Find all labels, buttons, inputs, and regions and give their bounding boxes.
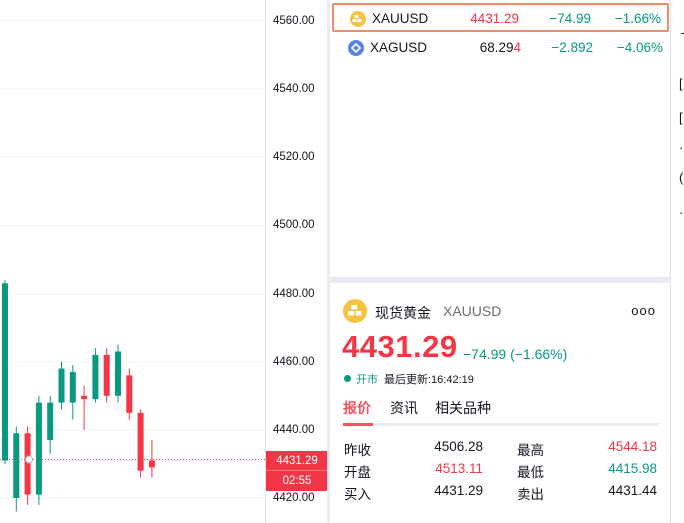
candle-body [92, 354, 99, 400]
candle-body [47, 402, 54, 441]
watchlist-row-xauusd[interactable]: XAUUSD 4431.29 −74.99 −1.66% [332, 3, 669, 32]
tab-news[interactable]: 资讯 [390, 398, 418, 418]
edge-glyph: ( [679, 170, 684, 185]
candle-10[interactable] [115, 344, 121, 403]
stat-bid-value: 4431.29 [434, 483, 483, 498]
axis-label-4460: 4460.00 [273, 356, 315, 368]
gold-icon [350, 11, 366, 27]
watchlist-percent: −1.66% [614, 11, 661, 26]
edge-glyph: · [679, 205, 684, 220]
candle-6[interactable] [69, 365, 76, 420]
edge-glyph: [ [679, 76, 683, 91]
candle-body [24, 433, 31, 495]
axis-label-4480: 4480.00 [273, 288, 315, 300]
watchlist-change: −2.892 [551, 40, 593, 55]
candle-7[interactable] [81, 385, 88, 430]
candle-body [115, 351, 121, 396]
current-price-label: 4431.29 [266, 451, 328, 471]
watchlist-row-xagusd[interactable]: XAGUSD 68.294 −2.892 −4.06% [332, 34, 669, 63]
bar-countdown: 02:55 [282, 475, 312, 487]
candle-3[interactable] [35, 395, 42, 505]
details-tabs: 报价 资讯 相关品种 [343, 398, 659, 426]
candle-body [137, 412, 144, 471]
axis-label-4560: 4560.00 [273, 15, 315, 27]
candle-9[interactable] [103, 348, 110, 403]
stat-prev-close-label: 昨收 [344, 443, 371, 458]
stat-bid-label: 买入 [344, 487, 371, 502]
candle-body [13, 433, 20, 498]
candle-body [148, 460, 155, 468]
watchlist-panel: XAUUSD 4431.29 −74.99 −1.66% XAGUSD 68.2… [330, 0, 671, 278]
axis-label-4420: 4420.00 [273, 492, 315, 504]
watchlist-change: −74.99 [549, 11, 591, 26]
watchlist-percent: −4.06% [616, 40, 663, 55]
price-chart[interactable] [0, 0, 265, 523]
candle-body [35, 402, 42, 495]
stat-ask-value: 4431.44 [608, 483, 657, 498]
candle-5[interactable] [58, 361, 65, 410]
current-price-tag: 4431.29 02:55 [266, 451, 328, 491]
candle-4[interactable] [47, 395, 54, 454]
stat-low-label: 最低 [517, 465, 544, 480]
stat-high-label: 最高 [517, 443, 544, 458]
candle-body [2, 283, 8, 461]
watchlist-last-price: 68.294 [479, 40, 521, 55]
crosshair-marker-icon [25, 455, 33, 464]
price-axis[interactable]: 4560.00 4540.00 4520.00 4500.00 4480.00 … [265, 0, 328, 523]
stat-prev-close-value: 4506.28 [434, 439, 483, 454]
candle-body [58, 368, 65, 403]
candle-body [69, 371, 76, 403]
stat-ask-label: 卖出 [517, 487, 544, 502]
candlestick-chart[interactable] [0, 0, 265, 523]
candle-8[interactable] [92, 348, 99, 403]
market-status: 开市 最后更新:16:42:19 [344, 371, 474, 387]
candle-2[interactable] [24, 426, 31, 505]
symbol-ticker: XAUUSD [443, 303, 502, 319]
tab-divider [343, 423, 659, 426]
silver-icon [348, 40, 364, 56]
candle-body [103, 354, 110, 396]
candle-11[interactable] [126, 368, 133, 420]
stat-low-value: 4415.98 [608, 461, 657, 476]
stat-high-value: 4544.18 [608, 439, 657, 454]
edge-glyph: [ [679, 110, 683, 125]
axis-label-4500: 4500.00 [273, 219, 315, 231]
clipped-side-panel: ᄀ [ [ · ( · [672, 0, 684, 523]
price-change: −74.99 (−1.66%) [463, 346, 568, 362]
symbol-name: 现货黄金 [375, 305, 431, 321]
axis-label-4440: 4440.00 [273, 424, 315, 436]
candle-13[interactable] [148, 440, 155, 478]
watchlist-last-price: 4431.29 [470, 11, 519, 26]
gold-icon [343, 299, 367, 323]
stat-open-value: 4513.11 [435, 461, 483, 476]
axis-label-4540: 4540.00 [273, 83, 315, 95]
active-tab-indicator [343, 423, 373, 426]
candle-body [126, 375, 133, 413]
candle-1[interactable] [13, 426, 20, 512]
candle-body [81, 395, 88, 400]
tab-related[interactable]: 相关品种 [435, 398, 491, 418]
watchlist-symbol: XAGUSD [370, 40, 428, 55]
edge-glyph: ᄀ [679, 28, 684, 47]
edge-glyph: · [679, 140, 684, 155]
last-update-time: 最后更新:16:42:19 [384, 374, 474, 386]
symbol-details-panel: 现货黄金 XAUUSD ooo 4431.29 −74.99 (−1.66%) … [330, 283, 671, 523]
axis-label-4520: 4520.00 [273, 151, 315, 163]
candle-12[interactable] [137, 409, 144, 478]
more-options-icon[interactable]: ooo [631, 303, 656, 318]
stat-open-label: 开盘 [344, 465, 371, 480]
candle-0[interactable] [2, 279, 8, 464]
current-price: 4431.29 [342, 329, 458, 364]
tab-quote[interactable]: 报价 [343, 398, 371, 418]
watchlist-symbol: XAUUSD [372, 11, 429, 26]
status-dot-icon [344, 375, 351, 382]
